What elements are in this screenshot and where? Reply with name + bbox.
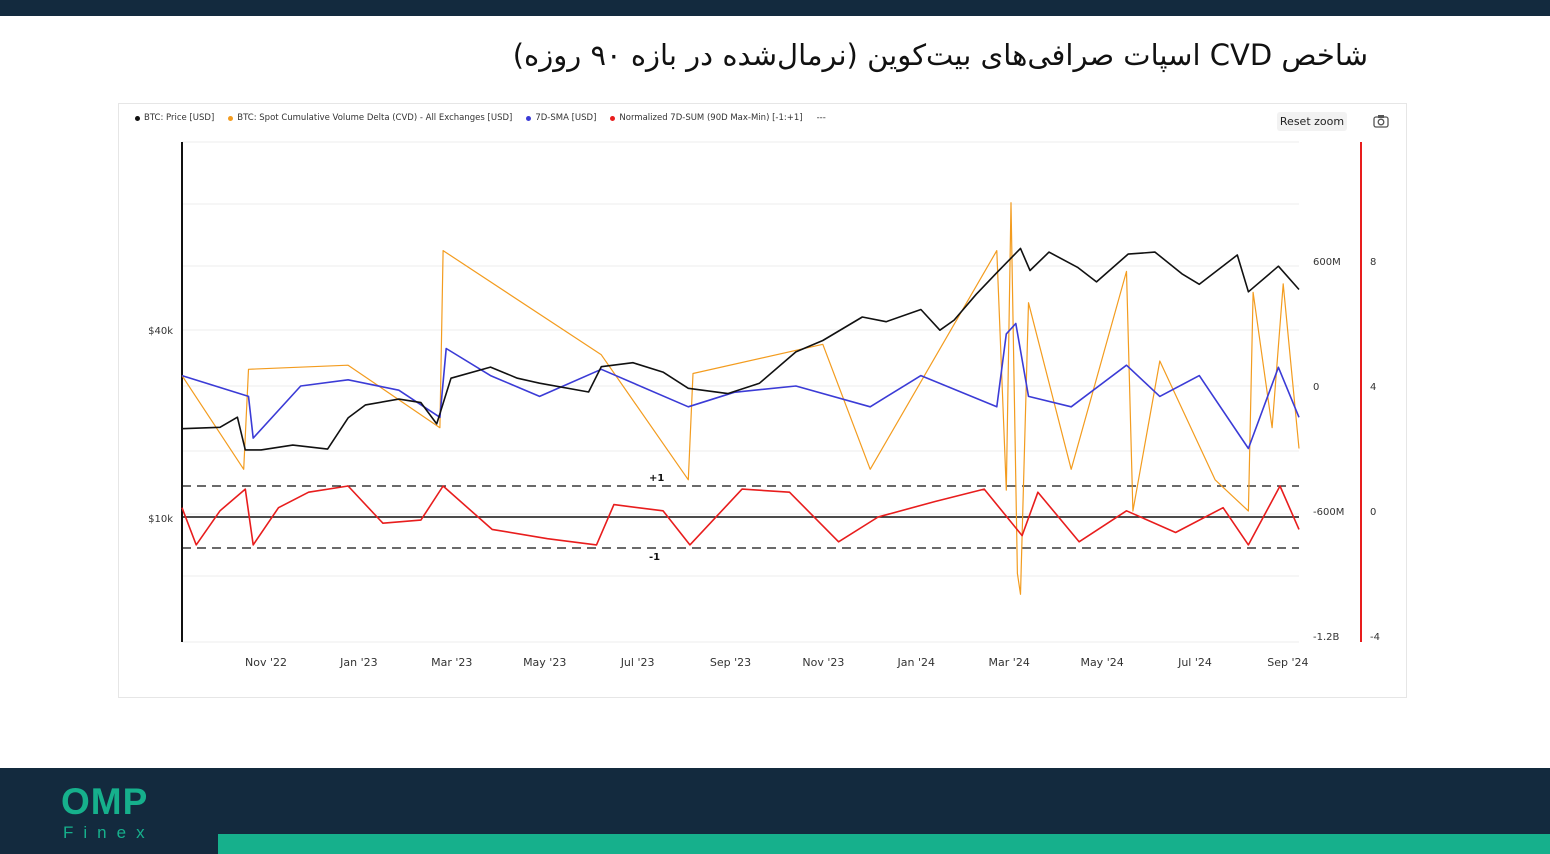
x-tick-6: Nov '23 [802,656,844,669]
normalized-tick-0: 8 [1370,257,1376,268]
price-tick-1: $10k [148,514,173,525]
x-tick-9: May '24 [1080,656,1123,669]
x-tick-2: Mar '23 [431,656,472,669]
x-tick-10: Jul '24 [1177,656,1212,669]
logo-omp: OMP [61,781,149,822]
cvd-tick-3: -1.2B [1313,632,1340,643]
normalized-tick-3: -4 [1370,632,1380,643]
series-price-line [181,247,1300,451]
x-tick-11: Sep '24 [1267,656,1308,669]
annotation-plus-one: +1 [649,473,664,484]
x-tick-8: Mar '24 [989,656,1030,669]
normalized-tick-1: 4 [1370,382,1376,393]
top-bar [0,0,1550,16]
cvd-tick-0: 600M [1313,257,1341,268]
normalized-tick-2: 0 [1370,507,1376,518]
footer-accent-bar [218,834,1550,854]
chart-plot: Nov '22 Jan '23 Mar '23 May '23 Jul '23 Sep '… [148,141,1380,669]
cvd-tick-2: -600M [1313,507,1344,518]
footer: OMP Finex [0,768,1550,854]
series-cvd-line [181,202,1300,595]
x-tick-5: Sep '23 [710,656,751,669]
annotation-minus-one: -1 [649,552,660,563]
logo-finex: Finex [63,823,155,842]
cvd-tick-1: 0 [1313,382,1319,393]
x-tick-3: May '23 [523,656,566,669]
price-tick-0: $40k [148,326,173,337]
chart-frame: BTC: Price [USD] BTC: Spot Cumulative Vol… [118,103,1407,698]
x-tick-1: Jan '23 [339,656,377,669]
x-tick-0: Nov '22 [245,656,287,669]
x-tick-4: Jul '23 [620,656,655,669]
series-normalized-line [181,485,1300,546]
page-title: شاخص CVD اسپات صرافی‌های بیت‌کوین (نرمال… [512,38,1368,72]
x-tick-7: Jan '24 [897,656,935,669]
